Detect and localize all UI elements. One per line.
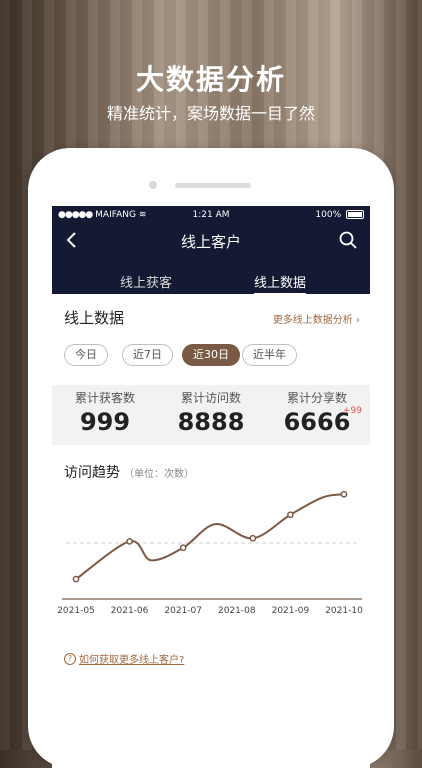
help-link-text[interactable]: 如何获取更多线上客户?	[79, 655, 184, 666]
x-tick-label: 2021-07	[164, 606, 202, 616]
data-point	[72, 575, 80, 583]
stat-shares: 累计分享数 6666 +99	[264, 389, 370, 436]
tab-online-data[interactable]: 线上数据	[254, 272, 307, 295]
page-title: 线上客户	[180, 233, 241, 251]
section-title: 线上数据	[64, 309, 125, 327]
battery-percent: 100%	[315, 210, 342, 220]
filter-half-year[interactable]: 近半年	[242, 344, 297, 366]
tab-online-acquisition[interactable]: 线上获客	[120, 272, 172, 291]
battery-icon	[346, 210, 364, 219]
filter-today[interactable]: 今日	[64, 344, 108, 366]
phone-frame: ●●●●● MAIFANG ≋ 1:21 AM 100% 线上客户 线上获客 线…	[28, 148, 394, 768]
battery-status: 100%	[315, 210, 364, 220]
stat-acquired: 累计获客数 999	[52, 389, 158, 436]
stat-label: 累计访问数	[180, 391, 241, 405]
data-point	[126, 538, 133, 545]
x-tick-label: 2021-06	[111, 606, 149, 616]
x-tick-label: 2021-05	[57, 606, 95, 616]
share-increase-badge: +99	[343, 406, 362, 416]
camera-icon	[149, 181, 157, 189]
data-point	[340, 490, 348, 498]
help-link[interactable]: ? 如何获取更多线上客户?	[64, 651, 184, 666]
x-tick-label: 2021-08	[218, 606, 256, 616]
series-line	[75, 493, 345, 580]
data-point	[179, 544, 187, 552]
stat-visits: 累计访问数 8888	[158, 389, 264, 436]
x-tick-label: 2021-09	[272, 606, 310, 616]
hero-title: 大数据分析	[135, 63, 286, 96]
question-icon: ?	[64, 652, 76, 665]
tab-bar: 线上获客 线上数据	[52, 272, 370, 295]
speaker-icon	[175, 183, 251, 188]
app-screen: ●●●●● MAIFANG ≋ 1:21 AM 100% 线上客户 线上获客 线…	[52, 206, 370, 768]
stat-label: 累计分享数	[286, 391, 347, 405]
main-content: 线上数据 更多线上数据分析 › 今日 近7日 近30日 近半年 累计获客数 99…	[52, 294, 370, 768]
stat-label: 累计获客数	[74, 391, 135, 405]
status-bar: ●●●●● MAIFANG ≋ 1:21 AM 100%	[52, 209, 370, 223]
stat-value: 8888	[177, 408, 245, 436]
navbar: ●●●●● MAIFANG ≋ 1:21 AM 100% 线上客户 线上获客 线…	[52, 206, 370, 295]
hero-subtitle: 精准统计，案场数据一目了然	[106, 104, 315, 123]
stats-panel: 累计获客数 999 累计访问数 8888 累计分享数 6666 +99	[52, 385, 370, 445]
more-analysis-link[interactable]: 更多线上数据分析 ›	[273, 311, 360, 326]
x-tick-label: 2021-10	[325, 606, 363, 616]
data-point	[287, 511, 294, 519]
search-icon[interactable]	[338, 230, 358, 250]
filter-7days[interactable]: 近7日	[122, 344, 173, 366]
visit-trend-chart: 2021-05 2021-06 2021-07 2021-08 2021-09 2021-…	[57, 490, 363, 616]
data-point	[249, 534, 257, 542]
stat-value: 999	[79, 408, 131, 436]
filter-30days[interactable]: 近30日	[182, 344, 240, 366]
